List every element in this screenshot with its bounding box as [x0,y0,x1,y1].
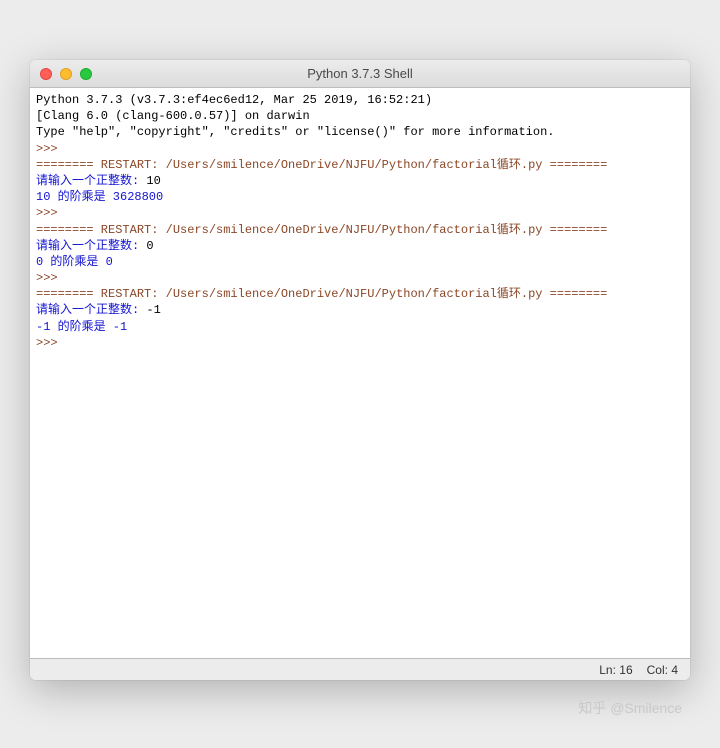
input-value: -1 [146,303,160,317]
python-help-line: Type "help", "copyright", "credits" or "… [36,125,554,139]
prompt: >>> [36,336,65,350]
input-value: 0 [146,239,153,253]
restart-line: ======== RESTART: /Users/smilence/OneDri… [36,158,607,172]
window: Python 3.7.3 Shell Python 3.7.3 (v3.7.3:… [30,60,690,680]
statusbar: Ln: 16 Col: 4 [30,658,690,680]
input-prompt: 请输入一个正整数: [36,239,146,253]
python-compiler-line: [Clang 6.0 (clang-600.0.57)] on darwin [36,109,310,123]
maximize-button[interactable] [80,68,92,80]
window-title: Python 3.7.3 Shell [30,66,690,81]
minimize-button[interactable] [60,68,72,80]
python-version-line: Python 3.7.3 (v3.7.3:ef4ec6ed12, Mar 25 … [36,93,432,107]
output-line: 10 的阶乘是 3628800 [36,190,163,204]
input-prompt: 请输入一个正整数: [36,303,146,317]
watermark: 知乎 @Smilence [30,698,690,718]
output-line: 0 的阶乘是 0 [36,255,113,269]
shell-content[interactable]: Python 3.7.3 (v3.7.3:ef4ec6ed12, Mar 25 … [30,88,690,658]
line-indicator: Ln: 16 [599,663,632,677]
restart-line: ======== RESTART: /Users/smilence/OneDri… [36,287,607,301]
prompt: >>> [36,142,65,156]
input-value: 10 [146,174,160,188]
output-line: -1 的阶乘是 -1 [36,320,127,334]
restart-line: ======== RESTART: /Users/smilence/OneDri… [36,223,607,237]
titlebar[interactable]: Python 3.7.3 Shell [30,60,690,88]
prompt: >>> [36,271,65,285]
close-button[interactable] [40,68,52,80]
prompt: >>> [36,206,65,220]
column-indicator: Col: 4 [647,663,678,677]
input-prompt: 请输入一个正整数: [36,174,146,188]
traffic-lights [30,68,92,80]
